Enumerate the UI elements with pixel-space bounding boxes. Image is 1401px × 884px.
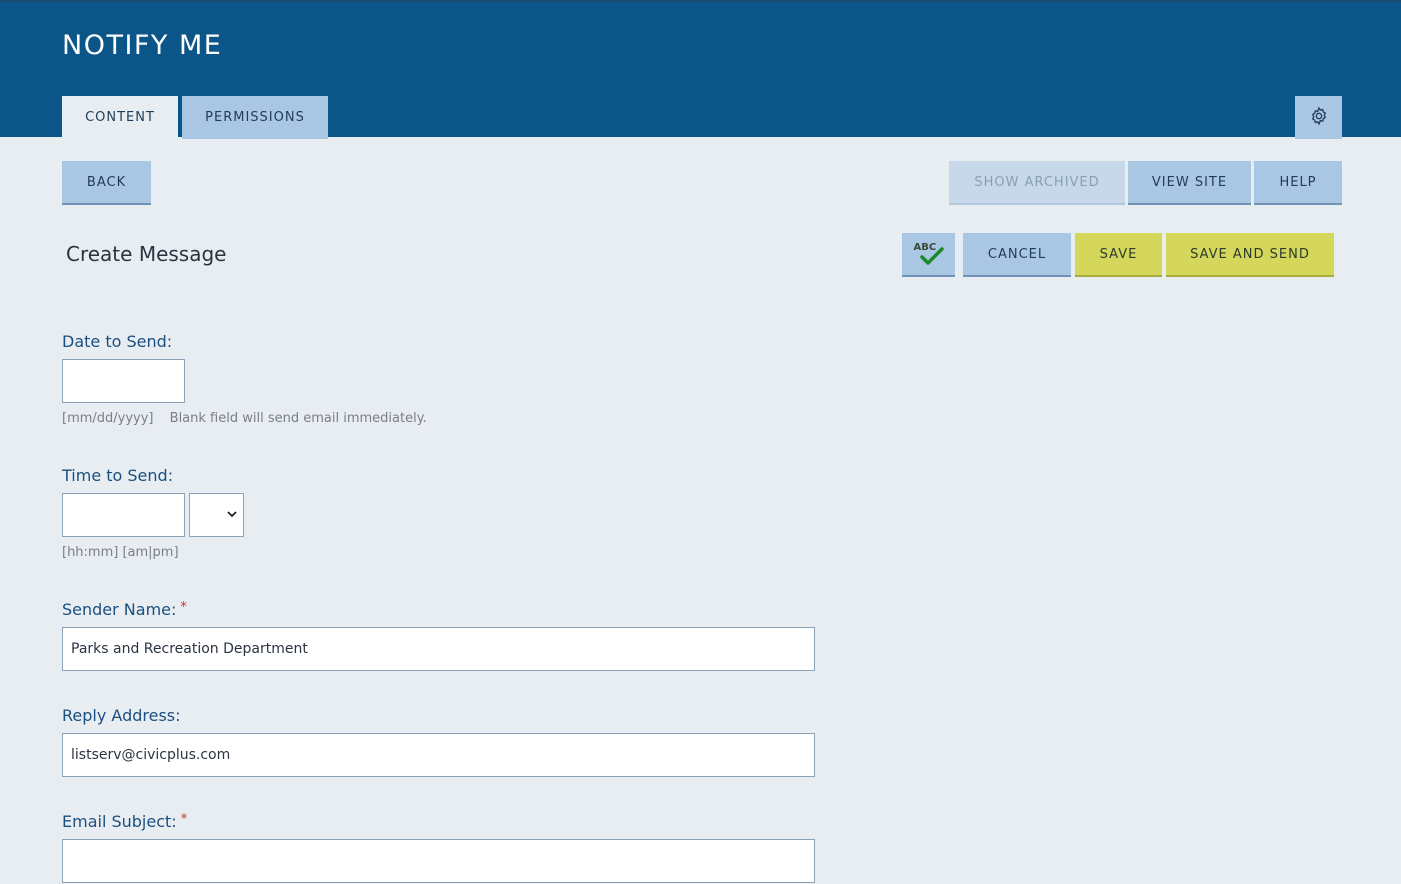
email-subject-label: Email Subject: * — [62, 812, 187, 831]
required-marker: * — [180, 600, 187, 615]
app-header: NOTIFY ME CONTENT PERMISSIONS — [0, 0, 1401, 139]
date-format-hint: [mm/dd/yyyy] — [62, 411, 154, 426]
reply-address-label: Reply Address: — [62, 706, 181, 725]
spellcheck-button[interactable]: ABC — [902, 233, 955, 277]
sender-name-label-text: Sender Name: — [62, 600, 177, 619]
view-site-button[interactable]: VIEW SITE — [1128, 161, 1251, 205]
reply-address-input[interactable] — [62, 733, 815, 777]
save-and-send-button[interactable]: SAVE AND SEND — [1166, 233, 1334, 277]
chevron-down-icon — [227, 508, 237, 521]
page-title: Create Message — [66, 242, 227, 266]
email-subject-input[interactable] — [62, 839, 815, 883]
sender-name-label: Sender Name: * — [62, 600, 187, 619]
time-hint: [hh:mm] [am|pm] — [62, 545, 179, 560]
cancel-button[interactable]: CANCEL — [963, 233, 1071, 277]
date-input[interactable] — [62, 359, 185, 403]
date-hint: [mm/dd/yyyy] Blank field will send email… — [62, 411, 427, 426]
ampm-select[interactable] — [189, 493, 244, 537]
tab-content[interactable]: CONTENT — [62, 96, 178, 139]
show-archived-button[interactable]: SHOW ARCHIVED — [949, 161, 1125, 205]
app-title: NOTIFY ME — [62, 30, 223, 61]
spellcheck-icon: ABC — [913, 242, 945, 266]
required-marker: * — [180, 812, 188, 827]
date-blank-hint: Blank field will send email immediately. — [169, 411, 427, 426]
email-subject-label-text: Email Subject: — [62, 812, 177, 831]
help-button[interactable]: HELP — [1254, 161, 1342, 205]
time-input[interactable] — [62, 493, 185, 537]
time-label: Time to Send: — [62, 466, 174, 485]
gear-icon — [1309, 106, 1329, 130]
date-label: Date to Send: — [62, 332, 173, 351]
back-button[interactable]: BACK — [62, 161, 151, 205]
settings-button[interactable] — [1295, 96, 1342, 139]
tab-permissions[interactable]: PERMISSIONS — [182, 96, 328, 139]
sender-name-input[interactable] — [62, 627, 815, 671]
save-button[interactable]: SAVE — [1075, 233, 1162, 277]
